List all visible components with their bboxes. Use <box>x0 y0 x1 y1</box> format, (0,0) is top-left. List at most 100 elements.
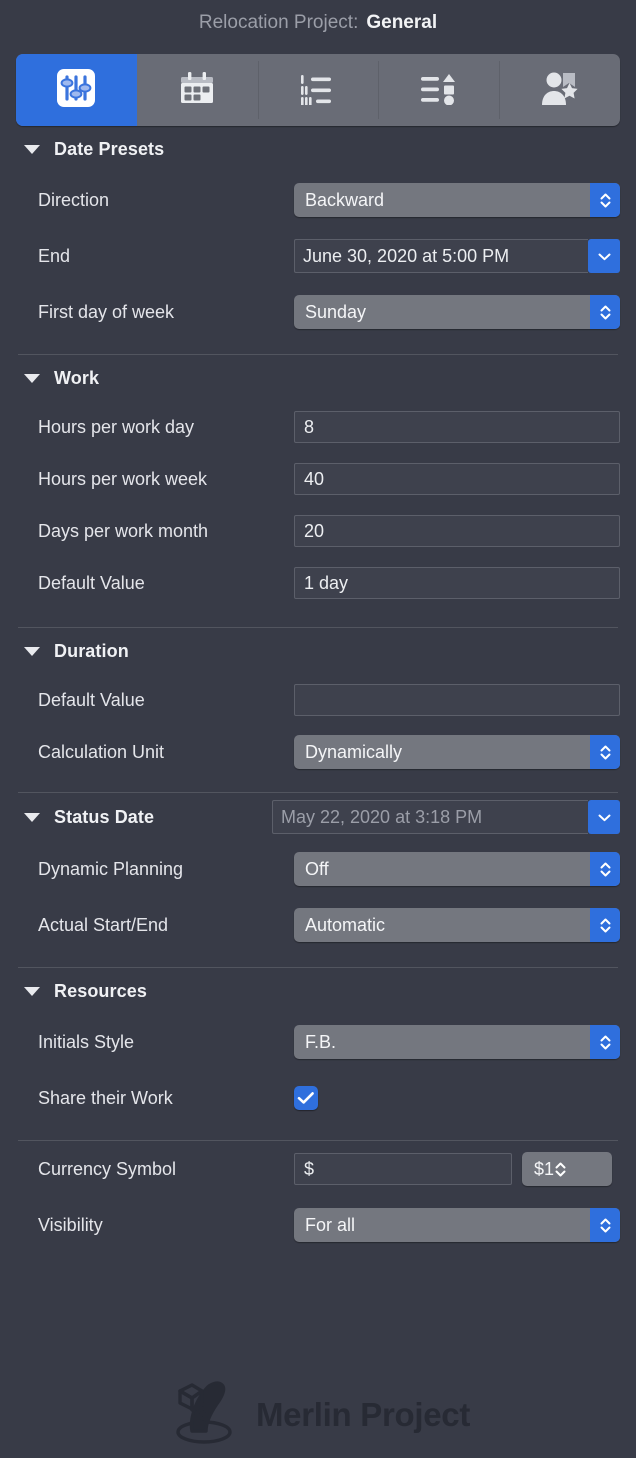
label-initials-style: Initials Style <box>38 1031 135 1052</box>
work-default-value-input[interactable]: 1 day <box>294 567 620 599</box>
work-default-value: 1 day <box>304 572 349 593</box>
calculation-unit-value: Dynamically <box>305 741 403 762</box>
list-shapes-icon <box>418 71 460 110</box>
currency-symbol-value: $ <box>304 1158 315 1179</box>
label-first-day-of-week: First day of week <box>38 301 175 322</box>
label-actual-start-end: Actual Start/End <box>38 914 169 935</box>
label-calculation-unit: Calculation Unit <box>38 741 165 762</box>
hours-per-work-week-value: 40 <box>304 468 325 489</box>
label-direction: Direction <box>38 189 110 210</box>
visibility-value: For all <box>305 1214 356 1235</box>
row-work-default-value: Default Value 1 day <box>16 557 620 609</box>
status-date-field[interactable]: May 22, 2020 at 3:18 PM <box>272 800 620 834</box>
end-date-value: June 30, 2020 at 5:00 PM <box>303 245 510 266</box>
chevron-updown-icon[interactable] <box>590 1208 620 1242</box>
section-title: Duration <box>54 640 129 661</box>
actual-start-end-popup-button[interactable]: Automatic <box>294 908 620 942</box>
direction-popup-button[interactable]: Backward <box>294 183 620 217</box>
initials-style-value: F.B. <box>305 1031 337 1052</box>
disclosure-triangle-icon[interactable] <box>24 373 40 383</box>
disclosure-triangle-icon[interactable] <box>24 144 40 154</box>
inspector-tab-bar[interactable] <box>16 54 620 126</box>
section-title: Date Presets <box>54 138 165 159</box>
status-date-text[interactable]: May 22, 2020 at 3:18 PM <box>272 800 588 834</box>
inspector-panel: Date Presets Direction Backward End June… <box>0 126 636 1253</box>
row-direction: Direction Backward <box>16 172 620 228</box>
row-hours-per-work-week: Hours per work week 40 <box>16 453 620 505</box>
section-duration-header[interactable]: Duration <box>16 628 620 674</box>
person-star-icon <box>539 69 581 112</box>
list-numbered-icon <box>297 71 339 110</box>
currency-format-popup-button[interactable]: $1 <box>522 1152 612 1186</box>
dynamic-planning-popup-button[interactable]: Off <box>294 852 620 886</box>
first-day-of-week-popup-button[interactable]: Sunday <box>294 295 620 329</box>
chevron-updown-icon[interactable] <box>590 183 620 217</box>
end-date-text[interactable]: June 30, 2020 at 5:00 PM <box>294 239 588 273</box>
sliders-icon <box>54 66 98 115</box>
direction-value: Backward <box>305 189 385 210</box>
visibility-popup-button[interactable]: For all <box>294 1208 620 1242</box>
label-dynamic-planning: Dynamic Planning <box>38 858 184 879</box>
currency-format-value: $1 <box>534 1158 555 1179</box>
section-title: Status Date <box>54 806 155 827</box>
row-duration-default-value: Default Value <box>16 674 620 726</box>
page-title: General <box>366 12 438 33</box>
project-label: Relocation Project: <box>198 12 359 33</box>
disclosure-triangle-icon[interactable] <box>24 812 40 822</box>
checkmark-icon <box>297 1092 314 1104</box>
row-visibility: Visibility For all <box>16 1197 620 1253</box>
row-share-their-work: Share their Work <box>16 1070 620 1126</box>
chevron-updown-icon[interactable] <box>590 295 620 329</box>
days-per-work-month-value: 20 <box>304 520 325 541</box>
status-date-dropdown-button[interactable] <box>588 800 620 834</box>
row-first-day-of-week: First day of week Sunday <box>16 284 620 340</box>
chevron-updown-icon[interactable] <box>590 852 620 886</box>
label-end: End <box>38 245 71 266</box>
tab-outline[interactable] <box>257 54 379 126</box>
merlin-hat-icon <box>166 1377 242 1452</box>
actual-start-end-value: Automatic <box>305 914 386 935</box>
duration-default-value-input[interactable] <box>294 684 620 716</box>
calculation-unit-popup-button[interactable]: Dynamically <box>294 735 620 769</box>
section-title: Resources <box>54 980 147 1001</box>
dynamic-planning-value: Off <box>305 858 329 879</box>
share-their-work-checkbox[interactable] <box>294 1086 318 1110</box>
row-days-per-work-month: Days per work month 20 <box>16 505 620 557</box>
chevron-updown-icon[interactable] <box>590 908 620 942</box>
merlin-project-wordmark: Merlin Project <box>255 1395 471 1433</box>
currency-symbol-input[interactable]: $ <box>294 1153 512 1185</box>
app-branding: Merlin Project <box>0 1377 636 1452</box>
hours-per-work-day-input[interactable]: 8 <box>294 411 620 443</box>
label-hours-per-work-week: Hours per work week <box>38 468 208 489</box>
tab-resources[interactable] <box>499 54 620 126</box>
section-status-date-header: Status Date May 22, 2020 at 3:18 PM <box>16 793 620 841</box>
row-hours-per-work-day: Hours per work day 8 <box>16 401 620 453</box>
section-resources-header[interactable]: Resources <box>16 968 620 1014</box>
chevron-updown-icon[interactable] <box>590 1025 620 1059</box>
disclosure-triangle-icon[interactable] <box>24 986 40 996</box>
row-initials-style: Initials Style F.B. <box>16 1014 620 1070</box>
tab-calendar[interactable] <box>137 54 258 126</box>
section-title: Work <box>54 367 100 388</box>
tab-shapes[interactable] <box>378 54 499 126</box>
tab-general[interactable] <box>16 54 137 126</box>
label-duration-default-value: Default Value <box>38 689 145 710</box>
first-day-of-week-value: Sunday <box>305 301 367 322</box>
row-currency-symbol: Currency Symbol $ $1 <box>16 1141 620 1197</box>
end-date-field[interactable]: June 30, 2020 at 5:00 PM <box>294 239 620 273</box>
row-dynamic-planning: Dynamic Planning Off <box>16 841 620 897</box>
row-end: End June 30, 2020 at 5:00 PM <box>16 228 620 284</box>
label-work-default-value: Default Value <box>38 572 145 593</box>
days-per-work-month-input[interactable]: 20 <box>294 515 620 547</box>
row-calculation-unit: Calculation Unit Dynamically <box>16 726 620 778</box>
initials-style-popup-button[interactable]: F.B. <box>294 1025 620 1059</box>
hours-per-work-day-value: 8 <box>304 416 315 437</box>
disclosure-triangle-icon[interactable] <box>24 646 40 656</box>
end-date-dropdown-button[interactable] <box>588 239 620 273</box>
chevron-updown-icon[interactable] <box>554 1160 567 1179</box>
label-hours-per-work-day: Hours per work day <box>38 416 195 437</box>
section-work-header[interactable]: Work <box>16 355 620 401</box>
chevron-updown-icon[interactable] <box>590 735 620 769</box>
section-date-presets-header[interactable]: Date Presets <box>16 126 620 172</box>
hours-per-work-week-input[interactable]: 40 <box>294 463 620 495</box>
